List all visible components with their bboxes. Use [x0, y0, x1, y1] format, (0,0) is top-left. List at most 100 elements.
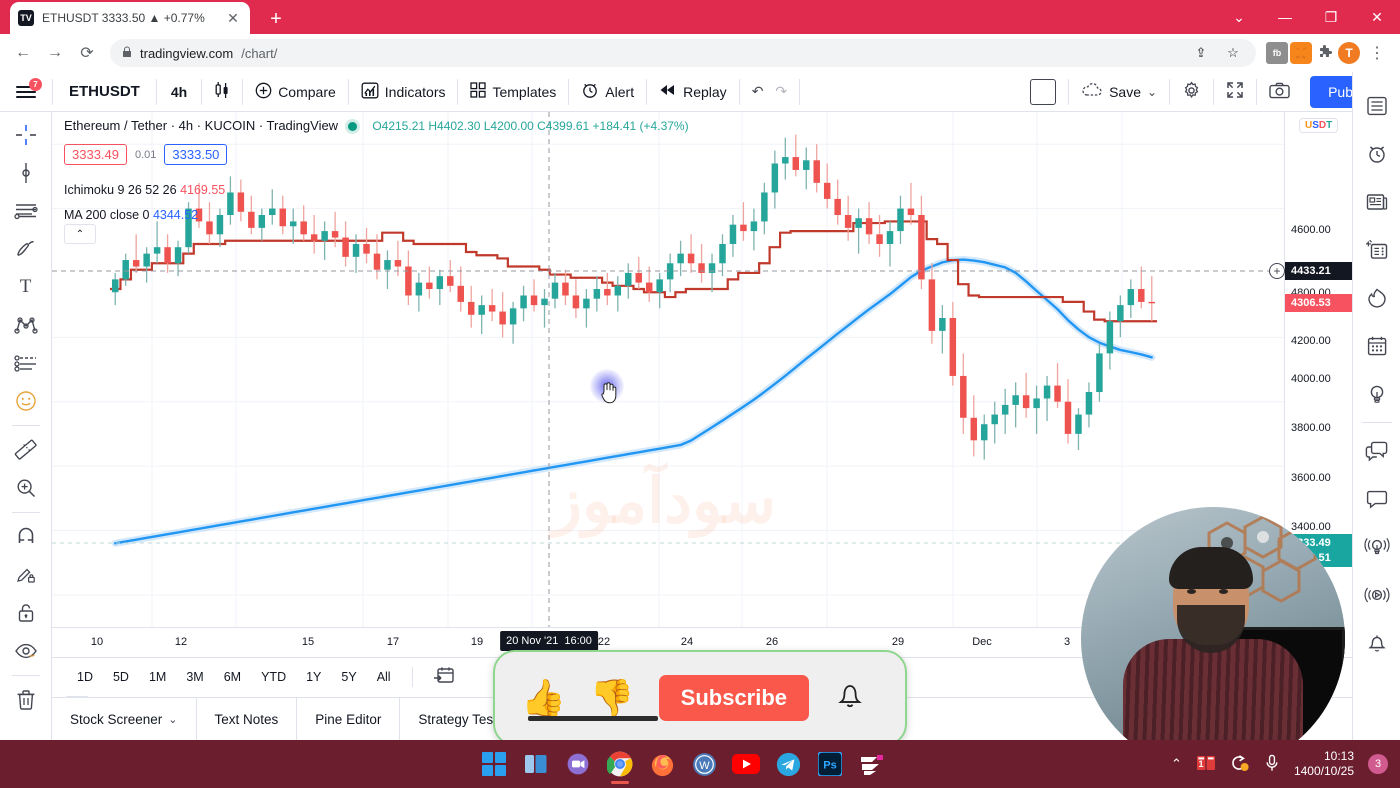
stock-screener-button[interactable]: Stock Screener ⌄	[52, 697, 197, 741]
bell-icon[interactable]	[833, 678, 867, 718]
currency-chip[interactable]: USDT	[1299, 118, 1339, 133]
ask-price[interactable]: 3333.50	[164, 144, 228, 165]
alerts-icon[interactable]	[1357, 130, 1397, 178]
collapse-legend-button[interactable]: ⌃	[64, 224, 96, 244]
youtube-icon[interactable]	[732, 750, 760, 778]
tab-search-icon[interactable]: ⌄	[1216, 0, 1262, 34]
measure-tool[interactable]	[6, 431, 46, 469]
range-1m[interactable]: 1M	[140, 667, 175, 687]
layout-button[interactable]	[1018, 72, 1068, 112]
forecast-tool[interactable]	[6, 344, 46, 382]
microphone-icon[interactable]	[1264, 754, 1280, 775]
tray-expand-icon[interactable]: ⌃	[1171, 756, 1182, 772]
public-chat-icon[interactable]	[1357, 427, 1397, 475]
private-chat-icon[interactable]	[1357, 475, 1397, 523]
range-5y[interactable]: 5Y	[332, 667, 365, 687]
browser-tab[interactable]: TV ETHUSDT 3333.50 ▲ +0.77% ✕	[10, 2, 250, 34]
sync-status-icon[interactable]	[1230, 754, 1250, 775]
goto-date-button[interactable]	[425, 663, 463, 690]
indicator-ma200[interactable]: MA 200 close 0 4344.52	[64, 208, 198, 222]
calendar-icon[interactable]	[1357, 322, 1397, 370]
zoom-tool[interactable]	[6, 469, 46, 507]
undo-button[interactable]: ↶	[740, 72, 776, 112]
fullscreen-button[interactable]	[1214, 72, 1256, 112]
hotlist-icon[interactable]	[1357, 274, 1397, 322]
extension-gray-icon[interactable]: fb	[1266, 42, 1288, 64]
trend-line-tool[interactable]	[6, 154, 46, 192]
filmora-icon[interactable]	[858, 750, 886, 778]
timeframe-button[interactable]: 4h	[157, 72, 201, 112]
notifications-icon[interactable]	[1357, 619, 1397, 667]
save-button[interactable]: Save ⌄	[1069, 72, 1169, 112]
range-5d[interactable]: 5D	[104, 667, 138, 687]
range-1d[interactable]: 1D	[68, 667, 102, 687]
compare-button[interactable]: Compare	[243, 72, 348, 112]
ideas-stream-icon[interactable]	[1357, 523, 1397, 571]
brush-tool[interactable]	[6, 230, 46, 268]
pine-editor-button[interactable]: Pine Editor	[297, 697, 401, 741]
subscribe-button[interactable]: Subscribe	[658, 675, 810, 721]
main-menu-button[interactable]: 7	[0, 72, 52, 112]
telegram-icon[interactable]	[774, 750, 802, 778]
ideas-icon[interactable]	[1357, 370, 1397, 418]
range-6m[interactable]: 6M	[215, 667, 250, 687]
text-tool[interactable]: T	[6, 268, 46, 306]
photoshop-icon[interactable]: Ps	[816, 750, 844, 778]
templates-button[interactable]: Templates	[458, 72, 568, 112]
back-icon[interactable]: ←	[8, 38, 38, 68]
notification-badge[interactable]: 3	[1368, 754, 1388, 774]
close-window-button[interactable]: ✕	[1354, 0, 1400, 34]
chart-canvas[interactable]	[52, 112, 1284, 627]
range-all[interactable]: All	[368, 667, 400, 687]
alert-button[interactable]: Alert	[569, 72, 646, 112]
dislike-icon[interactable]: 👎	[590, 680, 635, 716]
task-view-button[interactable]	[522, 750, 550, 778]
data-window-icon[interactable]	[1357, 226, 1397, 274]
symbol-button[interactable]: ETHUSDT	[53, 72, 156, 112]
pattern-tool[interactable]	[6, 306, 46, 344]
maximize-button[interactable]: ❐	[1308, 0, 1354, 34]
keyboard-layout-icon[interactable]: 1	[1196, 755, 1216, 774]
remove-drawings-tool[interactable]	[6, 681, 46, 719]
bookmark-star-icon[interactable]: ☆	[1222, 42, 1244, 64]
redo-button[interactable]: ↷	[775, 72, 799, 112]
tab-close-icon[interactable]: ✕	[224, 10, 242, 27]
share-icon[interactable]: ⇪	[1190, 42, 1212, 64]
wps-icon[interactable]: W	[690, 750, 718, 778]
indicator-ichimoku[interactable]: Ichimoku 9 26 52 26 4169.55	[64, 183, 225, 197]
minimize-button[interactable]: —	[1262, 0, 1308, 34]
profile-avatar[interactable]: T	[1338, 42, 1360, 64]
horizontal-lines-tool[interactable]	[6, 192, 46, 230]
address-bar[interactable]: tradingview.com/chart/ ⇪ ☆	[110, 39, 1256, 67]
range-1y[interactable]: 1Y	[297, 667, 330, 687]
emoji-tool[interactable]	[6, 382, 46, 420]
forward-icon[interactable]: →	[40, 38, 70, 68]
new-tab-button[interactable]: +	[262, 6, 290, 34]
news-icon[interactable]	[1357, 178, 1397, 226]
magnet-tool[interactable]	[6, 518, 46, 556]
text-notes-button[interactable]: Text Notes	[197, 697, 298, 741]
broadcast-icon[interactable]	[1357, 571, 1397, 619]
browser-menu-icon[interactable]: ⋮	[1362, 38, 1392, 68]
chevron-down-icon[interactable]: ⌄	[168, 713, 177, 726]
meet-icon[interactable]	[564, 750, 592, 778]
range-ytd[interactable]: YTD	[252, 667, 295, 687]
taskbar-clock[interactable]: 10:13 1400/10/25	[1294, 749, 1354, 779]
watchlist-icon[interactable]	[1357, 82, 1397, 130]
puzzle-extensions-icon[interactable]	[1314, 42, 1336, 64]
chevron-down-icon[interactable]: ⌄	[1147, 85, 1157, 99]
crosshair-tool[interactable]	[6, 116, 46, 154]
reload-icon[interactable]: ⟳	[72, 38, 102, 68]
snapshot-button[interactable]	[1257, 72, 1302, 112]
chrome-icon[interactable]	[606, 750, 634, 784]
metamask-icon[interactable]	[1290, 42, 1312, 64]
replay-button[interactable]: Replay	[647, 72, 739, 112]
lock-drawings-tool[interactable]	[6, 594, 46, 632]
candle-style-button[interactable]	[202, 72, 242, 112]
start-button[interactable]	[480, 750, 508, 778]
chart-settings-button[interactable]	[1170, 72, 1213, 112]
drawing-mode-tool[interactable]	[6, 556, 46, 594]
add-alert-icon[interactable]: +	[1269, 263, 1285, 279]
hide-drawings-tool[interactable]	[6, 632, 46, 670]
range-3m[interactable]: 3M	[177, 667, 212, 687]
